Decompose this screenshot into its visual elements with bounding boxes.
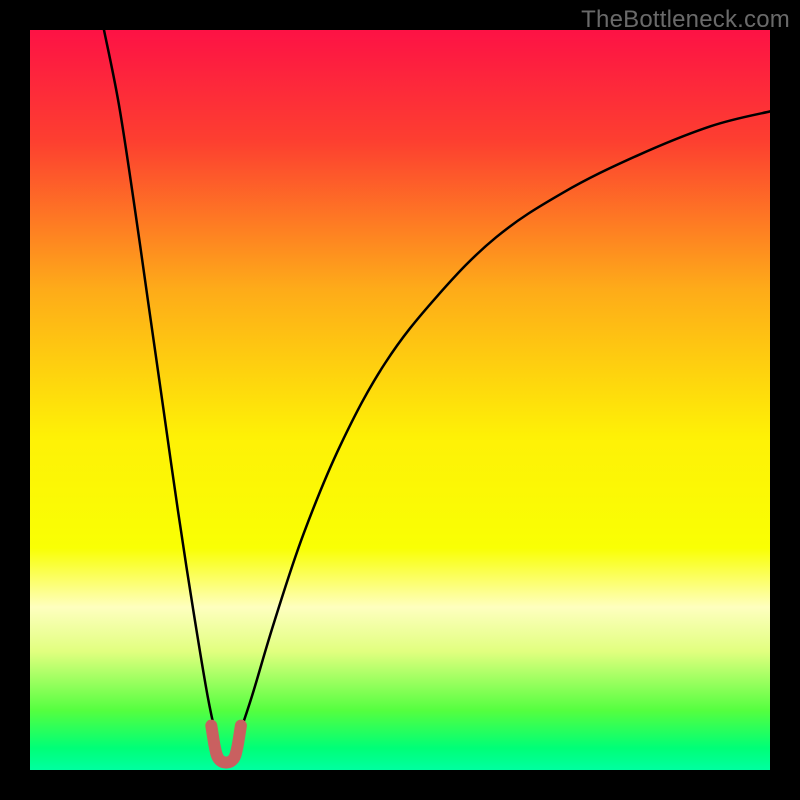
plot-area — [30, 30, 770, 770]
curve-left-branch — [104, 30, 219, 748]
curve-right-branch — [237, 111, 770, 740]
watermark-text: TheBottleneck.com — [581, 6, 790, 34]
curve-notch — [211, 726, 241, 763]
curve-layer — [30, 30, 770, 770]
outer-frame: TheBottleneck.com — [0, 0, 800, 800]
